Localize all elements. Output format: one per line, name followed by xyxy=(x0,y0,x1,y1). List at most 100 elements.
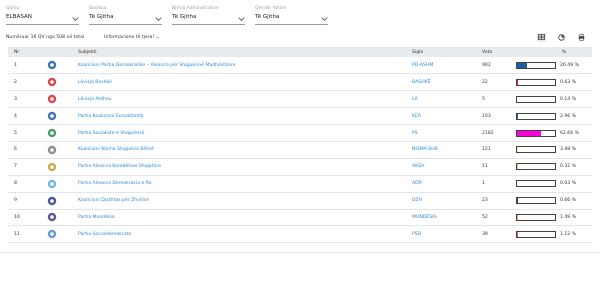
filter-njesia-administrative[interactable]: Njësia Administrative Të Gjitha xyxy=(172,5,255,29)
table-row[interactable]: 7 Partia Aleanca Kombëtare Shqiptare AKSH 1… xyxy=(8,158,592,176)
party-name-link[interactable]: Koalicioni Djathtas për Zhvillim xyxy=(72,192,406,209)
col-votes[interactable]: Vota xyxy=(476,47,510,57)
vote-count: 121 xyxy=(482,147,491,153)
table-view-icon[interactable] xyxy=(537,32,546,42)
party-logo-icon xyxy=(47,111,57,121)
party-abbr-link[interactable]: AKSH xyxy=(406,158,476,175)
party-name-link[interactable]: Partia Socialdemokrate xyxy=(72,226,406,243)
table-row[interactable]: 4 Partia Koalicioni Euroatlantik KEA 103 2.9… xyxy=(8,108,592,125)
col-pct[interactable]: % xyxy=(556,47,592,57)
party-abbr-link[interactable]: LA xyxy=(406,91,476,108)
share-bar-cell xyxy=(510,158,556,175)
chevron-down-icon[interactable] xyxy=(238,16,245,22)
party-name-link[interactable]: Lëvizja Bashkë xyxy=(72,74,406,91)
filter-bashkia[interactable]: Bashkia Të Gjitha xyxy=(89,5,172,29)
party-name-link[interactable]: Koalicioni Partia Demokratike – Aleanca … xyxy=(72,57,406,74)
filter-qender-votimi[interactable]: Qendër Votimi Të Gjitha xyxy=(255,5,338,29)
row-number: 7 xyxy=(14,164,17,170)
col-nr[interactable]: Nr xyxy=(8,47,32,57)
party-abbr-link[interactable]: BASHKË xyxy=(406,74,476,91)
col-bar xyxy=(510,47,556,57)
table-header: Nr Subjekti Sigla Vota % xyxy=(8,47,592,57)
vote-count: 39 xyxy=(482,231,488,237)
divider xyxy=(0,252,600,253)
table-row[interactable]: 8 Partia Aleanca Demokracia e Re ADR 1 0.03 … xyxy=(8,175,592,193)
filter-label: Njësia Administrative xyxy=(172,6,219,11)
table-row[interactable]: 1 Koalicioni Partia Demokratike – Aleanca… xyxy=(8,57,592,74)
filter-underline xyxy=(6,24,79,25)
chevron-down-icon[interactable] xyxy=(155,16,162,22)
share-bar-fill xyxy=(517,62,528,68)
party-abbr-link[interactable]: NISMA-SHB xyxy=(406,141,476,158)
vote-count: 22 xyxy=(482,79,488,85)
share-bar-cell xyxy=(510,57,556,74)
table-row[interactable]: 10 Partia Mundësia MUNDËSIA 52 1.49 % xyxy=(8,209,592,226)
vote-count: 23 xyxy=(482,198,488,204)
share-bar xyxy=(516,95,556,103)
table-row[interactable]: 11 Partia Socialdemokrate PSD 39 1.12 % xyxy=(8,226,592,243)
share-bar-cell xyxy=(510,175,556,192)
party-name-link[interactable]: Lëvizja Atdheu xyxy=(72,91,406,108)
party-abbr-link[interactable]: KEA xyxy=(406,108,476,125)
party-logo-icon xyxy=(47,196,57,205)
party-abbr-link[interactable]: ADR xyxy=(406,175,476,192)
vote-count: 52 xyxy=(482,214,488,220)
col-subject[interactable]: Subjekti xyxy=(72,47,406,57)
share-bar xyxy=(516,112,556,120)
party-name-link[interactable]: Partia Koalicioni Euroatlantik xyxy=(72,108,406,125)
row-number: 9 xyxy=(14,198,17,204)
share-bar-cell xyxy=(510,91,556,108)
share-bar-cell xyxy=(510,141,556,158)
share-bar-fill xyxy=(517,113,519,119)
row-number: 3 xyxy=(14,96,17,102)
print-icon[interactable] xyxy=(577,33,586,42)
party-name-link[interactable]: Partia Aleanca Demokracia e Re xyxy=(72,175,406,192)
filter-underline xyxy=(172,24,245,25)
party-name-link[interactable]: Partia Mundësia xyxy=(72,209,406,226)
results-summary: Numëruar 16 QV nga 508 në total Informac… xyxy=(6,33,160,41)
table-row[interactable]: 2 Lëvizja Bashkë BASHKË 22 0.63 % xyxy=(8,74,592,91)
party-abbr-link[interactable]: PS xyxy=(406,125,476,142)
share-bar xyxy=(516,163,556,171)
party-logo-cell xyxy=(32,141,72,158)
col-abbr[interactable]: Sigla xyxy=(406,47,476,57)
filter-label: Bashkia xyxy=(89,6,107,11)
party-logo-cell xyxy=(32,125,72,142)
share-bar xyxy=(516,129,556,137)
party-abbr-link[interactable]: MUNDËSIA xyxy=(406,209,476,226)
party-logo-icon xyxy=(47,145,57,155)
more-info-link[interactable]: Informacione të tjera! ⌄ xyxy=(104,35,159,40)
party-abbr-link[interactable]: PSD xyxy=(406,226,476,243)
party-abbr-link[interactable]: DZH xyxy=(406,192,476,209)
table-row[interactable]: 9 Koalicioni Djathtas për Zhvillim DZH 23 0.… xyxy=(8,192,592,210)
chevron-down-icon[interactable] xyxy=(72,16,79,22)
filter-qarku[interactable]: Qarku ELBASAN xyxy=(6,5,89,29)
filter-underline xyxy=(89,24,162,25)
party-name-link[interactable]: Koalicioni Nisma Shqipëria Bëhet xyxy=(72,141,406,158)
vote-percentage: 1.49 % xyxy=(560,214,577,220)
share-bar xyxy=(516,146,556,154)
party-name-link[interactable]: Partia Socialiste e Shqipërisë xyxy=(72,125,406,142)
row-number: 6 xyxy=(14,147,17,153)
table-row[interactable]: 3 Lëvizja Atdheu LA 5 0.14 % xyxy=(8,91,592,108)
pie-chart-icon[interactable] xyxy=(557,33,566,42)
filter-underline xyxy=(255,24,328,25)
table-row[interactable]: 5 Partia Socialiste e Shqipërisë PS 2182 62.… xyxy=(8,125,592,142)
vote-count: 103 xyxy=(482,113,491,119)
share-bar xyxy=(516,213,556,221)
party-logo-icon xyxy=(47,60,57,70)
row-number: 10 xyxy=(14,214,20,220)
party-logo-cell xyxy=(32,192,72,209)
party-logo-icon xyxy=(47,230,57,239)
party-logo-cell xyxy=(32,158,72,175)
party-abbr-link[interactable]: PD-ASHM xyxy=(406,57,476,74)
vote-count: 11 xyxy=(482,164,488,170)
row-number: 2 xyxy=(14,79,17,85)
filter-label: Qendër Votimi xyxy=(255,6,287,11)
party-name-link[interactable]: Partia Aleanca Kombëtare Shqiptare xyxy=(72,158,406,175)
party-logo-cell xyxy=(32,91,72,108)
vote-count: 5 xyxy=(482,96,485,102)
share-bar-cell xyxy=(510,74,556,91)
chevron-down-icon[interactable] xyxy=(321,16,328,22)
table-row[interactable]: 6 Koalicioni Nisma Shqipëria Bëhet NISMA-S… xyxy=(8,141,592,159)
